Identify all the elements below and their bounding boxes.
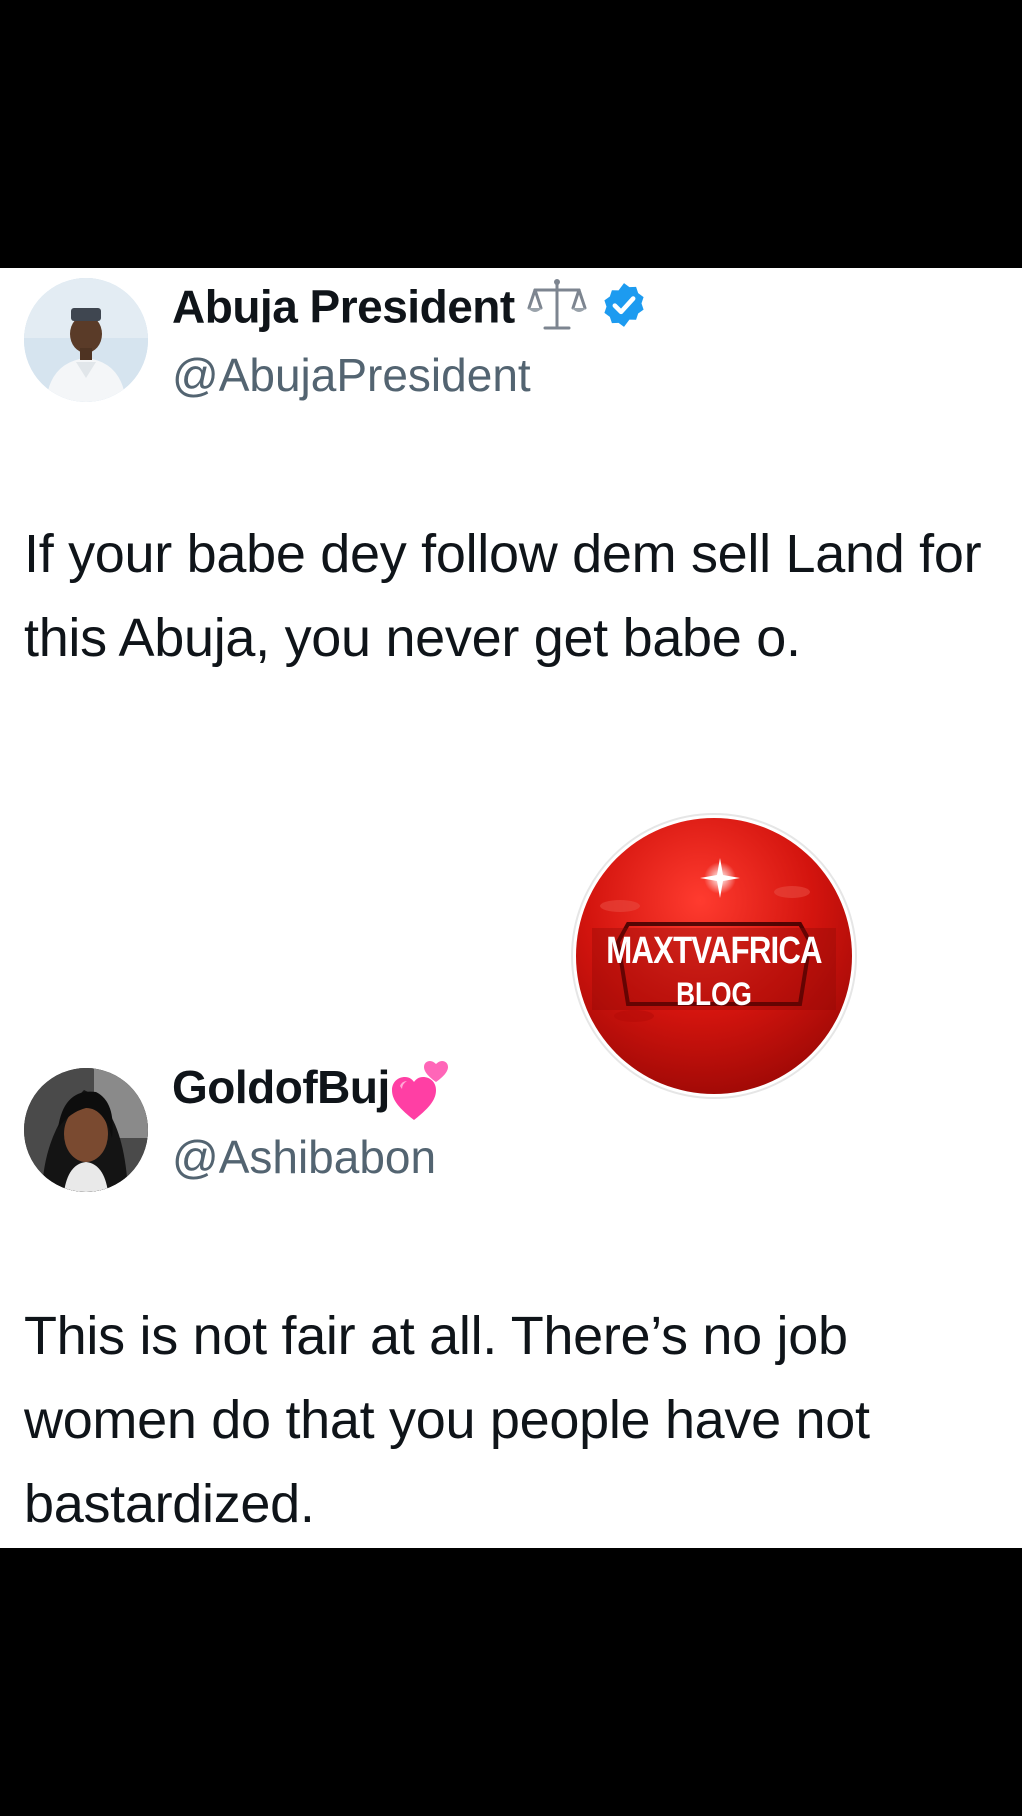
display-name[interactable]: Abuja President [172,276,649,345]
screenshot-card: Abuja President @AbujaPresident If your … [0,268,1022,1548]
top-black-bar [0,0,1022,268]
handle[interactable]: @AbujaPresident [172,348,531,402]
tweet-text: This is not fair at all. There’s no job … [24,1306,870,1534]
watermark-line1: MAXTVAFRICA [606,930,822,972]
display-name[interactable]: GoldofBuj [172,1060,450,1135]
person-avatar-icon [24,1068,148,1192]
avatar[interactable] [24,1068,148,1192]
display-name-text: GoldofBuj [172,1061,390,1113]
balance-scale-icon [527,276,587,345]
person-avatar-icon [24,278,148,402]
handle[interactable]: @Ashibabon [172,1130,436,1184]
display-name-text: Abuja President [172,280,515,333]
watermark-line2: BLOG [676,976,752,1012]
verified-badge-icon [599,280,649,341]
avatar[interactable] [24,278,148,402]
watermark-logo: MAXTVAFRICA BLOG [570,812,858,1100]
tweet-text: If your babe dey follow dem sell Land fo… [24,524,982,668]
bottom-black-bar [0,1548,1022,1816]
two-hearts-icon [391,1060,450,1135]
